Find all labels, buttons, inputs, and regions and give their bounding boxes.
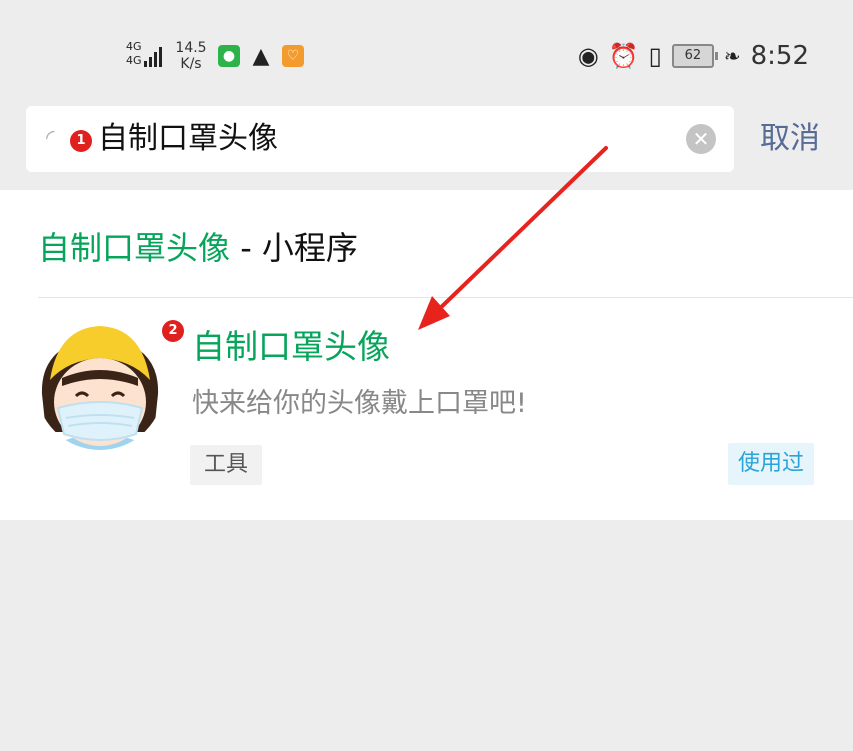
annotation-arrow-icon — [418, 146, 608, 330]
